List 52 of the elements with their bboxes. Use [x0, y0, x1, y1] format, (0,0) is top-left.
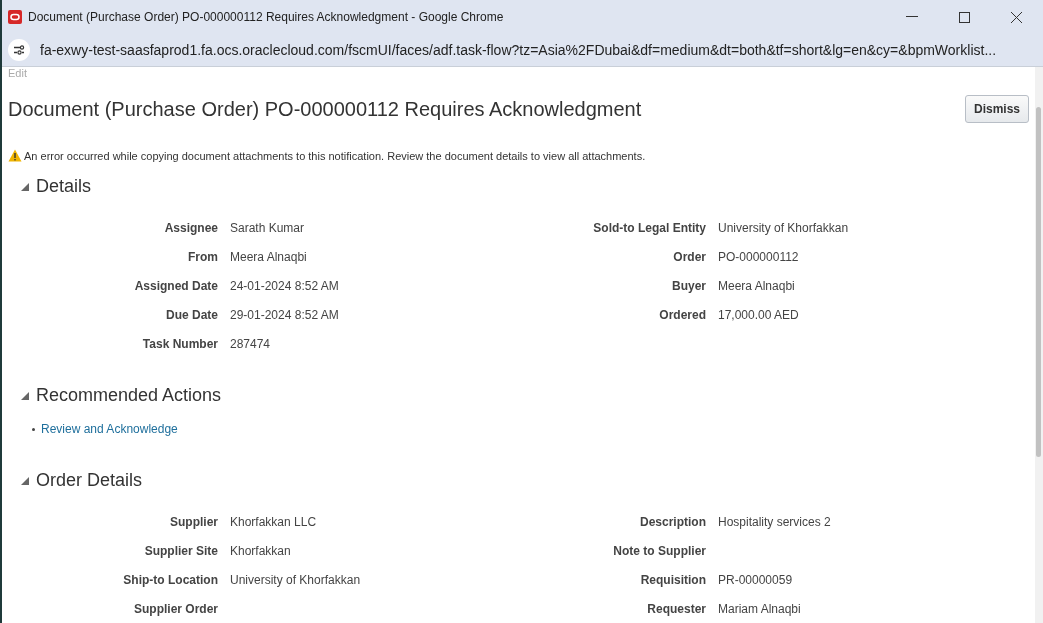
field-label: Buyer [671, 279, 706, 293]
section-heading[interactable]: Details [36, 176, 92, 197]
page-title: Document (Purchase Order) PO-000000112 Requires Acknowledgment [8, 97, 642, 121]
field-label: Ship-to Location [122, 573, 218, 587]
field-label: Task Number [141, 337, 218, 351]
warning-message: An error occurred while copying document attachments to this notification. Review the document details to view all attachments. [24, 149, 646, 162]
browser-app-icon [8, 10, 22, 24]
field-value: University of Khorfakkan [230, 573, 362, 587]
warning-icon [8, 149, 22, 162]
field-value: 24-01-2024 8:52 AM [230, 279, 340, 293]
action-link[interactable]: Review and Acknowledge [41, 422, 178, 436]
expanded-triangle-icon[interactable] [20, 181, 30, 192]
field-value: Mariam Alnaqbi [718, 602, 802, 616]
field-label: Order [672, 250, 706, 264]
field-value: Meera Alnaqbi [230, 250, 308, 264]
bullet-icon [32, 427, 35, 431]
field-value: 287474 [230, 337, 272, 351]
dismiss-button[interactable]: Dismiss [964, 95, 1029, 123]
field-label: Sold-to Legal Entity [592, 221, 706, 235]
field-value: 17,000.00 AED [718, 308, 800, 322]
field-value: PR-00000059 [718, 573, 794, 587]
scrollbar[interactable] [1035, 67, 1043, 623]
field-label: Description [639, 515, 706, 529]
field-label: Supplier [169, 515, 218, 529]
close-icon[interactable] [1010, 11, 1022, 23]
field-label: Due Date [165, 308, 218, 322]
field-value: Khorfakkan LLC [230, 515, 318, 529]
field-label: Assigned Date [133, 279, 218, 293]
section-heading[interactable]: Order Details [36, 470, 143, 491]
field-label: Note to Supplier [612, 544, 706, 558]
section-heading[interactable]: Recommended Actions [36, 385, 222, 406]
site-settings-icon[interactable] [8, 39, 30, 61]
expanded-triangle-icon[interactable] [20, 475, 30, 486]
field-value: Meera Alnaqbi [718, 279, 796, 293]
field-value: Khorfakkan [230, 544, 292, 558]
field-label: Assignee [163, 221, 218, 235]
field-label: Ordered [658, 308, 706, 322]
maximize-icon[interactable] [958, 11, 970, 23]
field-label: From [187, 250, 218, 264]
edit-label: Edit [8, 67, 28, 81]
field-label: Requester [646, 602, 706, 616]
field-label: Supplier Site [143, 544, 218, 558]
field-value: Hospitality services 2 [718, 515, 832, 529]
expanded-triangle-icon[interactable] [20, 390, 30, 401]
field-value: PO-000000112 [718, 250, 800, 264]
field-value: Sarath Kumar [230, 221, 306, 235]
field-value: University of Khorfakkan [718, 221, 850, 235]
field-label: Supplier Order [132, 602, 218, 616]
window-title: Document (Purchase Order) PO-000000112 Requires Acknowledgment - Google Chrome [28, 10, 505, 24]
minimize-icon[interactable] [906, 16, 918, 18]
field-label: Requisition [639, 573, 706, 587]
field-value: 29-01-2024 8:52 AM [230, 308, 340, 322]
